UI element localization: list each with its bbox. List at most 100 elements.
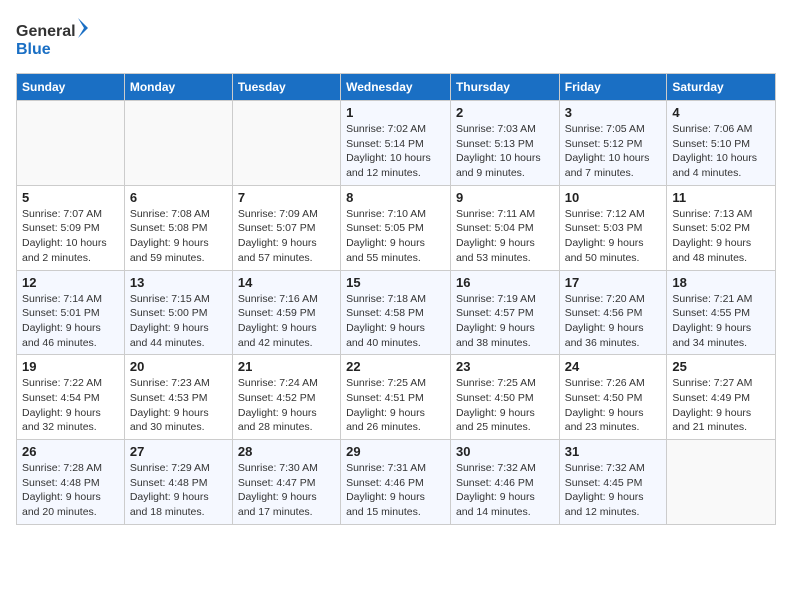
- day-info: Sunrise: 7:23 AM Sunset: 4:53 PM Dayligh…: [130, 376, 227, 435]
- day-cell: 7 Sunrise: 7:09 AM Sunset: 5:07 PM Daylig…: [232, 185, 340, 270]
- day-number: 27: [130, 444, 227, 459]
- day-cell: 17 Sunrise: 7:20 AM Sunset: 4:56 PM Dayli…: [559, 270, 667, 355]
- day-number: 17: [565, 275, 662, 290]
- svg-text:General: General: [16, 23, 76, 40]
- day-number: 24: [565, 359, 662, 374]
- page-header: GeneralBlue: [16, 16, 776, 61]
- day-number: 19: [22, 359, 119, 374]
- day-number: 21: [238, 359, 335, 374]
- day-number: 28: [238, 444, 335, 459]
- day-cell: 15 Sunrise: 7:18 AM Sunset: 4:58 PM Dayli…: [341, 270, 451, 355]
- day-info: Sunrise: 7:31 AM Sunset: 4:46 PM Dayligh…: [346, 461, 445, 520]
- day-number: 4: [672, 105, 770, 120]
- day-number: 6: [130, 190, 227, 205]
- day-number: 31: [565, 444, 662, 459]
- day-cell: 20 Sunrise: 7:23 AM Sunset: 4:53 PM Dayli…: [124, 355, 232, 440]
- day-cell: [17, 101, 125, 186]
- day-cell: 2Sunrise: 7:03 AM Sunset: 5:13 PM Daylig…: [450, 101, 559, 186]
- day-cell: [667, 440, 776, 525]
- day-info: Sunrise: 7:25 AM Sunset: 4:51 PM Dayligh…: [346, 376, 445, 435]
- calendar-table: SundayMondayTuesdayWednesdayThursdayFrid…: [16, 73, 776, 525]
- day-number: 2: [456, 105, 554, 120]
- day-cell: 4 Sunrise: 7:06 AM Sunset: 5:10 PM Daylig…: [667, 101, 776, 186]
- day-info: Sunrise: 7:30 AM Sunset: 4:47 PM Dayligh…: [238, 461, 335, 520]
- header-thursday: Thursday: [450, 74, 559, 101]
- day-cell: 14 Sunrise: 7:16 AM Sunset: 4:59 PM Dayli…: [232, 270, 340, 355]
- day-info: Sunrise: 7:09 AM Sunset: 5:07 PM Dayligh…: [238, 207, 335, 266]
- day-cell: 10 Sunrise: 7:12 AM Sunset: 5:03 PM Dayli…: [559, 185, 667, 270]
- day-cell: [232, 101, 340, 186]
- day-cell: 27 Sunrise: 7:29 AM Sunset: 4:48 PM Dayli…: [124, 440, 232, 525]
- day-cell: 25 Sunrise: 7:27 AM Sunset: 4:49 PM Dayli…: [667, 355, 776, 440]
- day-info: Sunrise: 7:22 AM Sunset: 4:54 PM Dayligh…: [22, 376, 119, 435]
- day-info: Sunrise: 7:14 AM Sunset: 5:01 PM Dayligh…: [22, 292, 119, 351]
- day-info: Sunrise: 7:21 AM Sunset: 4:55 PM Dayligh…: [672, 292, 770, 351]
- day-number: 22: [346, 359, 445, 374]
- logo: GeneralBlue: [16, 16, 96, 61]
- day-cell: 8 Sunrise: 7:10 AM Sunset: 5:05 PM Daylig…: [341, 185, 451, 270]
- day-number: 18: [672, 275, 770, 290]
- week-row-5: 26 Sunrise: 7:28 AM Sunset: 4:48 PM Dayli…: [17, 440, 776, 525]
- logo-svg: GeneralBlue: [16, 16, 96, 61]
- header-friday: Friday: [559, 74, 667, 101]
- day-number: 5: [22, 190, 119, 205]
- svg-text:Blue: Blue: [16, 41, 51, 58]
- day-number: 11: [672, 190, 770, 205]
- day-info: Sunrise: 7:24 AM Sunset: 4:52 PM Dayligh…: [238, 376, 335, 435]
- day-cell: 30Sunrise: 7:32 AM Sunset: 4:46 PM Dayli…: [450, 440, 559, 525]
- day-cell: [124, 101, 232, 186]
- day-number: 12: [22, 275, 119, 290]
- day-number: 10: [565, 190, 662, 205]
- day-cell: 1 Sunrise: 7:02 AM Sunset: 5:14 PM Daylig…: [341, 101, 451, 186]
- day-cell: 11 Sunrise: 7:13 AM Sunset: 5:02 PM Dayli…: [667, 185, 776, 270]
- day-number: 8: [346, 190, 445, 205]
- header-saturday: Saturday: [667, 74, 776, 101]
- day-info: Sunrise: 7:12 AM Sunset: 5:03 PM Dayligh…: [565, 207, 662, 266]
- day-number: 25: [672, 359, 770, 374]
- header-tuesday: Tuesday: [232, 74, 340, 101]
- day-number: 30: [456, 444, 554, 459]
- day-info: Sunrise: 7:27 AM Sunset: 4:49 PM Dayligh…: [672, 376, 770, 435]
- day-info: Sunrise: 7:29 AM Sunset: 4:48 PM Dayligh…: [130, 461, 227, 520]
- day-info: Sunrise: 7:02 AM Sunset: 5:14 PM Dayligh…: [346, 122, 445, 181]
- day-cell: 18 Sunrise: 7:21 AM Sunset: 4:55 PM Dayli…: [667, 270, 776, 355]
- header-monday: Monday: [124, 74, 232, 101]
- day-cell: 29 Sunrise: 7:31 AM Sunset: 4:46 PM Dayli…: [341, 440, 451, 525]
- day-info: Sunrise: 7:05 AM Sunset: 5:12 PM Dayligh…: [565, 122, 662, 181]
- day-number: 15: [346, 275, 445, 290]
- day-info: Sunrise: 7:15 AM Sunset: 5:00 PM Dayligh…: [130, 292, 227, 351]
- day-info: Sunrise: 7:06 AM Sunset: 5:10 PM Dayligh…: [672, 122, 770, 181]
- day-number: 1: [346, 105, 445, 120]
- day-info: Sunrise: 7:10 AM Sunset: 5:05 PM Dayligh…: [346, 207, 445, 266]
- day-cell: 5 Sunrise: 7:07 AM Sunset: 5:09 PM Daylig…: [17, 185, 125, 270]
- day-cell: 23Sunrise: 7:25 AM Sunset: 4:50 PM Dayli…: [450, 355, 559, 440]
- day-info: Sunrise: 7:11 AM Sunset: 5:04 PM Dayligh…: [456, 207, 554, 266]
- day-cell: 16Sunrise: 7:19 AM Sunset: 4:57 PM Dayli…: [450, 270, 559, 355]
- day-info: Sunrise: 7:16 AM Sunset: 4:59 PM Dayligh…: [238, 292, 335, 351]
- day-info: Sunrise: 7:28 AM Sunset: 4:48 PM Dayligh…: [22, 461, 119, 520]
- day-info: Sunrise: 7:32 AM Sunset: 4:45 PM Dayligh…: [565, 461, 662, 520]
- day-info: Sunrise: 7:26 AM Sunset: 4:50 PM Dayligh…: [565, 376, 662, 435]
- day-number: 20: [130, 359, 227, 374]
- day-cell: 21 Sunrise: 7:24 AM Sunset: 4:52 PM Dayli…: [232, 355, 340, 440]
- day-cell: 28 Sunrise: 7:30 AM Sunset: 4:47 PM Dayli…: [232, 440, 340, 525]
- day-info: Sunrise: 7:07 AM Sunset: 5:09 PM Dayligh…: [22, 207, 119, 266]
- header-wednesday: Wednesday: [341, 74, 451, 101]
- day-info: Sunrise: 7:18 AM Sunset: 4:58 PM Dayligh…: [346, 292, 445, 351]
- day-number: 23: [456, 359, 554, 374]
- day-info: Sunrise: 7:19 AM Sunset: 4:57 PM Dayligh…: [456, 292, 554, 351]
- week-row-4: 19 Sunrise: 7:22 AM Sunset: 4:54 PM Dayli…: [17, 355, 776, 440]
- week-row-2: 5 Sunrise: 7:07 AM Sunset: 5:09 PM Daylig…: [17, 185, 776, 270]
- day-cell: 9 Sunrise: 7:11 AM Sunset: 5:04 PM Daylig…: [450, 185, 559, 270]
- day-number: 13: [130, 275, 227, 290]
- day-number: 26: [22, 444, 119, 459]
- day-number: 14: [238, 275, 335, 290]
- day-number: 29: [346, 444, 445, 459]
- day-info: Sunrise: 7:20 AM Sunset: 4:56 PM Dayligh…: [565, 292, 662, 351]
- day-info: Sunrise: 7:13 AM Sunset: 5:02 PM Dayligh…: [672, 207, 770, 266]
- day-cell: 12 Sunrise: 7:14 AM Sunset: 5:01 PM Dayli…: [17, 270, 125, 355]
- day-number: 9: [456, 190, 554, 205]
- day-info: Sunrise: 7:08 AM Sunset: 5:08 PM Dayligh…: [130, 207, 227, 266]
- day-number: 3: [565, 105, 662, 120]
- day-number: 7: [238, 190, 335, 205]
